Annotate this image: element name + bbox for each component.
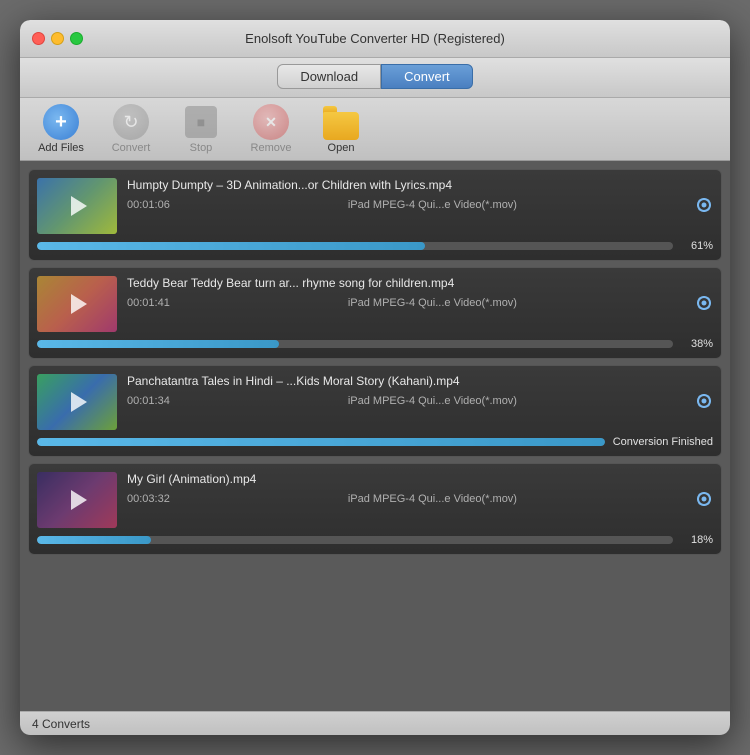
video-title-3: Panchatantra Tales in Hindi – ...Kids Mo… [127,374,713,388]
duration-2: 00:01:41 [127,297,170,309]
settings-icon-1[interactable] [695,196,713,214]
toolbar: Add Files Convert Stop Remove [20,98,730,161]
card-info-3: Panchatantra Tales in Hindi – ...Kids Mo… [127,374,713,410]
progress-bar-3 [37,438,605,446]
convert-icon [113,104,149,140]
progress-row-1: 61% [37,240,713,252]
close-button[interactable] [32,32,45,45]
settings-icon-2[interactable] [695,294,713,312]
progress-row-4: 18% [37,534,713,546]
progress-bar-1 [37,242,673,250]
open-button[interactable]: Open [316,104,366,154]
title-bar: Enolsoft YouTube Converter HD (Registere… [20,20,730,58]
progress-row-2: 38% [37,338,713,350]
app-window: Enolsoft YouTube Converter HD (Registere… [20,20,730,735]
convert-label: Convert [112,142,151,154]
list-item[interactable]: Panchatantra Tales in Hindi – ...Kids Mo… [28,365,722,457]
remove-button[interactable]: Remove [246,104,296,154]
add-files-button[interactable]: Add Files [36,104,86,154]
mode-tabs: Download Convert [20,58,730,98]
duration-3: 00:01:34 [127,395,170,407]
format-1: iPad MPEG-4 Qui...e Video(*.mov) [348,199,517,211]
tab-convert[interactable]: Convert [381,64,473,89]
card-top-3: Panchatantra Tales in Hindi – ...Kids Mo… [37,374,713,430]
card-top-1: Humpty Dumpty – 3D Animation...or Childr… [37,178,713,234]
progress-percent-2: 38% [681,338,713,350]
video-meta-2: 00:01:41 iPad MPEG-4 Qui...e Video(*.mov… [127,294,713,312]
format-3: iPad MPEG-4 Qui...e Video(*.mov) [348,395,517,407]
thumbnail-2 [37,276,117,332]
video-title-4: My Girl (Animation).mp4 [127,472,713,486]
list-item[interactable]: Humpty Dumpty – 3D Animation...or Childr… [28,169,722,261]
card-top-2: Teddy Bear Teddy Bear turn ar... rhyme s… [37,276,713,332]
format-4: iPad MPEG-4 Qui...e Video(*.mov) [348,493,517,505]
duration-4: 00:03:32 [127,493,170,505]
video-title-1: Humpty Dumpty – 3D Animation...or Childr… [127,178,713,192]
list-item[interactable]: Teddy Bear Teddy Bear turn ar... rhyme s… [28,267,722,359]
thumbnail-4 [37,472,117,528]
video-meta-4: 00:03:32 iPad MPEG-4 Qui...e Video(*.mov… [127,490,713,508]
video-meta-1: 00:01:06 iPad MPEG-4 Qui...e Video(*.mov… [127,196,713,214]
window-title: Enolsoft YouTube Converter HD (Registere… [245,31,505,46]
remove-label: Remove [251,142,292,154]
list-item[interactable]: My Girl (Animation).mp4 00:03:32 iPad MP… [28,463,722,555]
duration-1: 00:01:06 [127,199,170,211]
video-title-2: Teddy Bear Teddy Bear turn ar... rhyme s… [127,276,713,290]
video-list: Humpty Dumpty – 3D Animation...or Childr… [20,161,730,711]
maximize-button[interactable] [70,32,83,45]
card-info-2: Teddy Bear Teddy Bear turn ar... rhyme s… [127,276,713,312]
open-label: Open [328,142,355,154]
remove-icon [253,104,289,140]
card-info-1: Humpty Dumpty – 3D Animation...or Childr… [127,178,713,214]
settings-icon-4[interactable] [695,490,713,508]
video-meta-3: 00:01:34 iPad MPEG-4 Qui...e Video(*.mov… [127,392,713,410]
add-files-icon [43,104,79,140]
progress-percent-4: 18% [681,534,713,546]
status-bar: 4 Converts [20,711,730,735]
conversion-finished-label: Conversion Finished [613,436,713,448]
card-top-4: My Girl (Animation).mp4 00:03:32 iPad MP… [37,472,713,528]
convert-button[interactable]: Convert [106,104,156,154]
stop-icon [183,104,219,140]
stop-label: Stop [190,142,213,154]
thumbnail-1 [37,178,117,234]
thumbnail-3 [37,374,117,430]
minimize-button[interactable] [51,32,64,45]
card-info-4: My Girl (Animation).mp4 00:03:32 iPad MP… [127,472,713,508]
format-2: iPad MPEG-4 Qui...e Video(*.mov) [348,297,517,309]
settings-icon-3[interactable] [695,392,713,410]
progress-bar-4 [37,536,673,544]
progress-bar-2 [37,340,673,348]
open-icon [323,104,359,140]
stop-button[interactable]: Stop [176,104,226,154]
tab-download[interactable]: Download [277,64,381,89]
add-files-label: Add Files [38,142,84,154]
traffic-lights [32,32,83,45]
progress-percent-1: 61% [681,240,713,252]
progress-row-3: Conversion Finished [37,436,713,448]
status-text: 4 Converts [32,717,90,731]
